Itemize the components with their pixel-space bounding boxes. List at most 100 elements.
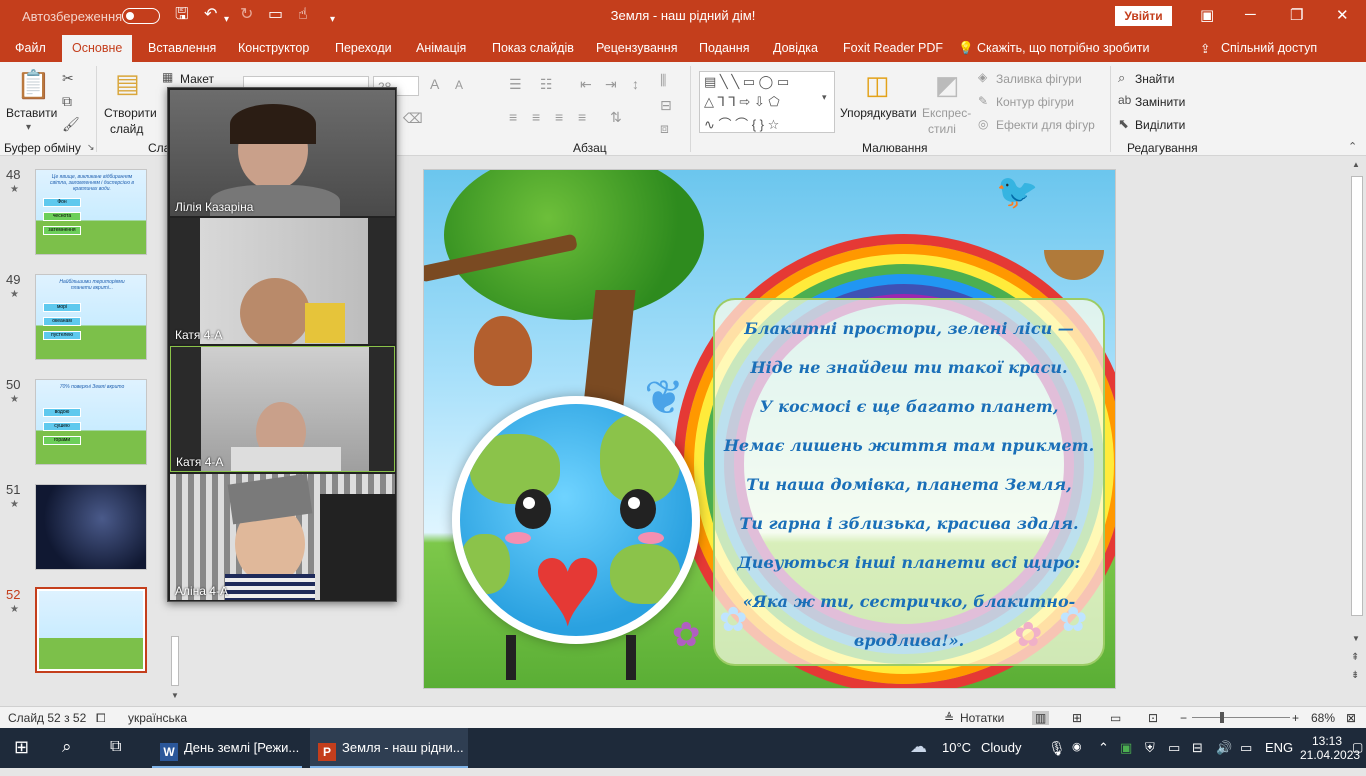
align-text-icon[interactable]: ⊟: [660, 97, 672, 114]
zoom-out-icon[interactable]: −: [1180, 711, 1187, 725]
paste-label[interactable]: Вставити: [6, 106, 57, 120]
tab-animations[interactable]: Анімація: [416, 41, 466, 55]
shapes-more-icon[interactable]: ▾: [822, 92, 827, 103]
new-slide-label-1[interactable]: Створити: [104, 106, 157, 120]
select-button[interactable]: Виділити: [1135, 118, 1185, 132]
cut-icon[interactable]: ✂: [62, 70, 74, 87]
participant-tile[interactable]: Аліна 4-А: [170, 474, 395, 600]
video-call-panel[interactable]: Лілія Казаріна Катя 4-А Катя 4-А Аліна 4…: [167, 87, 397, 602]
clear-format-icon[interactable]: ⌫: [403, 110, 423, 127]
language-indicator[interactable]: українська: [128, 711, 187, 725]
shape-curve-icon[interactable]: ∿ ⌒ ⌒ { } ☆: [704, 114, 779, 133]
slide-thumbnail-52[interactable]: [35, 587, 147, 673]
security-icon[interactable]: ⛨: [1145, 728, 1155, 768]
replace-button[interactable]: Замінити: [1135, 95, 1185, 109]
participant-tile[interactable]: Лілія Казаріна: [170, 90, 395, 216]
tray-app-icon[interactable]: ▣: [1120, 728, 1132, 768]
tab-view[interactable]: Подання: [699, 41, 749, 55]
slide-52[interactable]: ❦ 🐦 ♥ Блакитні простори, зелені ліси — Н…: [423, 169, 1116, 689]
layout-icon[interactable]: ▦: [162, 70, 173, 84]
slide-scrollbar[interactable]: ▲ ▼ ⇞ ⇟: [1348, 156, 1366, 706]
quick-styles-label-1[interactable]: Експрес-: [922, 106, 971, 120]
format-painter-icon[interactable]: 🖌: [62, 116, 80, 133]
tab-home[interactable]: Основне: [62, 35, 133, 62]
line-spacing-icon[interactable]: ↕: [632, 76, 639, 92]
reading-view-icon[interactable]: ▭: [1110, 711, 1121, 725]
copy-icon[interactable]: ⧉: [62, 93, 72, 110]
find-button[interactable]: Знайти: [1135, 72, 1174, 86]
shapes-gallery[interactable]: ▤ ╲ ╲ ▭ ◯ ▭ △ ⅂ ⅂ ⇨ ⇩ ⬠ ∿ ⌒ ⌒ { } ☆: [699, 71, 835, 133]
show-hidden-icons[interactable]: ⌃: [1098, 728, 1109, 768]
bullets-icon[interactable]: ☰: [509, 76, 522, 93]
network-icon[interactable]: ⊟: [1192, 728, 1203, 768]
paste-dropdown-icon[interactable]: ▾: [26, 122, 31, 133]
ribbon-display-options-icon[interactable]: ▣: [1200, 6, 1214, 24]
paste-icon[interactable]: 📋: [16, 68, 51, 101]
shape-fill-icon[interactable]: ◈: [978, 70, 987, 84]
increase-font-icon[interactable]: A: [430, 76, 439, 92]
tab-file[interactable]: Файл: [15, 41, 46, 55]
align-left-icon[interactable]: ≡: [509, 109, 517, 125]
numbering-icon[interactable]: ☷: [540, 76, 553, 93]
arrange-icon[interactable]: ◫: [865, 70, 890, 101]
find-icon[interactable]: ⌕: [1118, 70, 1125, 86]
tab-help[interactable]: Довідка: [773, 41, 818, 55]
tab-transitions[interactable]: Переходи: [335, 41, 392, 55]
zoom-slider[interactable]: [1192, 717, 1290, 718]
new-slide-label-2[interactable]: слайд: [110, 122, 143, 136]
text-direction-icon[interactable]: ⇅: [610, 109, 622, 126]
shape-fill-button[interactable]: Заливка фігури: [996, 72, 1082, 86]
participant-tile[interactable]: Катя 4-А: [170, 218, 395, 344]
slide-thumbnail-49[interactable]: Найбільшими територіями планети вкриті..…: [35, 274, 147, 360]
shape-outline-icon[interactable]: ✎: [978, 94, 988, 108]
shape-triangle-icon[interactable]: △ ⅂ ⅂ ⇨ ⇩ ⬠: [704, 94, 780, 110]
search-icon[interactable]: ⌕: [62, 728, 72, 768]
clipboard-launcher-icon[interactable]: ↘: [87, 142, 95, 153]
task-view-icon[interactable]: ⧉: [110, 728, 121, 768]
tab-review[interactable]: Рецензування: [596, 41, 677, 55]
participant-tile[interactable]: Катя 4-А: [170, 346, 395, 472]
shape-effects-button[interactable]: Ефекти для фігур: [996, 118, 1095, 132]
tab-foxit[interactable]: Foxit Reader PDF: [843, 41, 943, 55]
quick-styles-icon[interactable]: ◩: [935, 70, 960, 101]
replace-icon[interactable]: ab: [1118, 93, 1131, 107]
weather-temperature[interactable]: 10°C: [942, 728, 971, 768]
slideshow-icon[interactable]: ⊡: [1148, 711, 1158, 725]
increase-indent-icon[interactable]: ⇥: [605, 76, 617, 93]
tell-me-search[interactable]: Скажіть, що потрібно зробити: [977, 41, 1150, 55]
justify-icon[interactable]: ≡: [578, 109, 586, 125]
align-center-icon[interactable]: ≡: [532, 109, 540, 125]
volume-icon[interactable]: 🔊: [1216, 728, 1232, 768]
share-icon[interactable]: ⇪: [1200, 41, 1210, 56]
quick-styles-label-2[interactable]: стилі: [928, 122, 956, 136]
close-icon[interactable]: ✕: [1336, 6, 1349, 24]
zoom-slider-thumb[interactable]: [1220, 712, 1224, 723]
shape-effects-icon[interactable]: ◎: [978, 117, 988, 131]
collapse-ribbon-icon[interactable]: ⌃: [1348, 140, 1357, 153]
normal-view-icon[interactable]: ▥: [1032, 711, 1050, 725]
fit-slide-icon[interactable]: ⊠: [1346, 711, 1356, 725]
taskbar-word[interactable]: W День землі [Режи...: [152, 728, 302, 768]
sign-in-button[interactable]: Увійти: [1115, 6, 1172, 26]
new-slide-icon[interactable]: ▤: [115, 68, 140, 99]
tab-slideshow[interactable]: Показ слайдів: [492, 41, 574, 55]
windows-start-icon[interactable]: ⊞: [14, 728, 29, 768]
weather-condition[interactable]: Cloudy: [981, 728, 1021, 768]
shape-outline-button[interactable]: Контур фігури: [996, 95, 1074, 109]
layout-button[interactable]: Макет: [180, 72, 214, 86]
cloudy-weather-icon[interactable]: ☁: [910, 728, 927, 768]
slide-sorter-icon[interactable]: ⊞: [1072, 711, 1082, 725]
tab-insert[interactable]: Вставлення: [148, 41, 216, 55]
decrease-indent-icon[interactable]: ⇤: [580, 76, 592, 93]
columns-icon[interactable]: ⫼: [660, 72, 666, 89]
minimize-icon[interactable]: ─: [1245, 6, 1256, 23]
display-icon[interactable]: ▭: [1168, 728, 1180, 768]
align-right-icon[interactable]: ≡: [555, 109, 563, 125]
slide-thumbnail-48[interactable]: Це явище, викликане відбиранням світла, …: [35, 169, 147, 255]
zoom-in-icon[interactable]: +: [1292, 711, 1299, 725]
arrange-button[interactable]: Упорядкувати: [840, 106, 917, 120]
notifications-icon[interactable]: ▢: [1352, 728, 1363, 768]
restore-icon[interactable]: ❐: [1290, 6, 1303, 24]
shape-text-box-icon[interactable]: ▤ ╲ ╲ ▭ ◯ ▭: [704, 74, 789, 90]
smartart-icon[interactable]: ⧈: [660, 120, 669, 137]
